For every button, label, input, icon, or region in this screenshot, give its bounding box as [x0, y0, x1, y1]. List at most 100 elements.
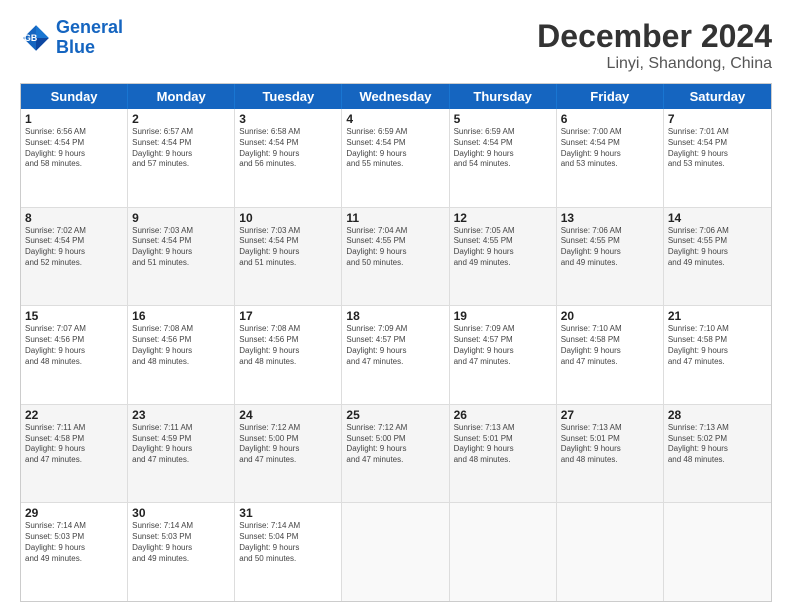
weekday-header-monday: Monday — [128, 84, 235, 109]
day-number: 9 — [132, 211, 230, 225]
day-number: 19 — [454, 309, 552, 323]
weekday-header-sunday: Sunday — [21, 84, 128, 109]
day-info: Sunrise: 7:10 AM Sunset: 4:58 PM Dayligh… — [561, 324, 659, 367]
calendar-row-4: 22Sunrise: 7:11 AM Sunset: 4:58 PM Dayli… — [21, 404, 771, 503]
calendar-cell-11: 11Sunrise: 7:04 AM Sunset: 4:55 PM Dayli… — [342, 208, 449, 306]
logo-text: General Blue — [56, 18, 123, 58]
main-title: December 2024 — [537, 18, 772, 55]
calendar-cell-23: 23Sunrise: 7:11 AM Sunset: 4:59 PM Dayli… — [128, 405, 235, 503]
day-number: 15 — [25, 309, 123, 323]
logo-icon: GB — [20, 22, 52, 54]
day-info: Sunrise: 6:59 AM Sunset: 4:54 PM Dayligh… — [346, 127, 444, 170]
day-number: 5 — [454, 112, 552, 126]
day-info: Sunrise: 7:03 AM Sunset: 4:54 PM Dayligh… — [239, 226, 337, 269]
day-info: Sunrise: 7:12 AM Sunset: 5:00 PM Dayligh… — [239, 423, 337, 466]
day-info: Sunrise: 7:13 AM Sunset: 5:02 PM Dayligh… — [668, 423, 767, 466]
calendar-cell-20: 20Sunrise: 7:10 AM Sunset: 4:58 PM Dayli… — [557, 306, 664, 404]
calendar-cell-27: 27Sunrise: 7:13 AM Sunset: 5:01 PM Dayli… — [557, 405, 664, 503]
day-info: Sunrise: 7:08 AM Sunset: 4:56 PM Dayligh… — [132, 324, 230, 367]
header: GB General Blue December 2024 Linyi, Sha… — [20, 18, 772, 73]
weekday-header-thursday: Thursday — [450, 84, 557, 109]
calendar-cell-19: 19Sunrise: 7:09 AM Sunset: 4:57 PM Dayli… — [450, 306, 557, 404]
calendar-cell-5: 5Sunrise: 6:59 AM Sunset: 4:54 PM Daylig… — [450, 109, 557, 207]
calendar-cell-10: 10Sunrise: 7:03 AM Sunset: 4:54 PM Dayli… — [235, 208, 342, 306]
calendar-cell-29: 29Sunrise: 7:14 AM Sunset: 5:03 PM Dayli… — [21, 503, 128, 601]
calendar-cell-empty-6 — [664, 503, 771, 601]
calendar-cell-empty-4 — [450, 503, 557, 601]
calendar-row-5: 29Sunrise: 7:14 AM Sunset: 5:03 PM Dayli… — [21, 502, 771, 601]
day-info: Sunrise: 7:06 AM Sunset: 4:55 PM Dayligh… — [561, 226, 659, 269]
day-info: Sunrise: 7:01 AM Sunset: 4:54 PM Dayligh… — [668, 127, 767, 170]
logo-blue-text: Blue — [56, 38, 123, 58]
day-info: Sunrise: 7:03 AM Sunset: 4:54 PM Dayligh… — [132, 226, 230, 269]
calendar-cell-6: 6Sunrise: 7:00 AM Sunset: 4:54 PM Daylig… — [557, 109, 664, 207]
day-info: Sunrise: 7:14 AM Sunset: 5:03 PM Dayligh… — [25, 521, 123, 564]
day-number: 16 — [132, 309, 230, 323]
weekday-header-friday: Friday — [557, 84, 664, 109]
day-info: Sunrise: 7:13 AM Sunset: 5:01 PM Dayligh… — [454, 423, 552, 466]
day-number: 24 — [239, 408, 337, 422]
day-info: Sunrise: 7:11 AM Sunset: 4:59 PM Dayligh… — [132, 423, 230, 466]
day-number: 18 — [346, 309, 444, 323]
weekday-header-saturday: Saturday — [664, 84, 771, 109]
day-info: Sunrise: 7:11 AM Sunset: 4:58 PM Dayligh… — [25, 423, 123, 466]
calendar-body: 1Sunrise: 6:56 AM Sunset: 4:54 PM Daylig… — [21, 109, 771, 601]
calendar-cell-9: 9Sunrise: 7:03 AM Sunset: 4:54 PM Daylig… — [128, 208, 235, 306]
calendar-cell-16: 16Sunrise: 7:08 AM Sunset: 4:56 PM Dayli… — [128, 306, 235, 404]
day-info: Sunrise: 7:12 AM Sunset: 5:00 PM Dayligh… — [346, 423, 444, 466]
day-number: 28 — [668, 408, 767, 422]
day-number: 27 — [561, 408, 659, 422]
calendar-cell-13: 13Sunrise: 7:06 AM Sunset: 4:55 PM Dayli… — [557, 208, 664, 306]
day-number: 4 — [346, 112, 444, 126]
day-info: Sunrise: 7:13 AM Sunset: 5:01 PM Dayligh… — [561, 423, 659, 466]
day-info: Sunrise: 7:04 AM Sunset: 4:55 PM Dayligh… — [346, 226, 444, 269]
calendar-cell-17: 17Sunrise: 7:08 AM Sunset: 4:56 PM Dayli… — [235, 306, 342, 404]
calendar-cell-empty-5 — [557, 503, 664, 601]
calendar-cell-31: 31Sunrise: 7:14 AM Sunset: 5:04 PM Dayli… — [235, 503, 342, 601]
calendar-cell-21: 21Sunrise: 7:10 AM Sunset: 4:58 PM Dayli… — [664, 306, 771, 404]
day-number: 13 — [561, 211, 659, 225]
day-number: 23 — [132, 408, 230, 422]
calendar-cell-12: 12Sunrise: 7:05 AM Sunset: 4:55 PM Dayli… — [450, 208, 557, 306]
day-number: 26 — [454, 408, 552, 422]
day-info: Sunrise: 7:14 AM Sunset: 5:04 PM Dayligh… — [239, 521, 337, 564]
day-info: Sunrise: 6:59 AM Sunset: 4:54 PM Dayligh… — [454, 127, 552, 170]
svg-text:GB: GB — [24, 33, 37, 43]
calendar-cell-empty-3 — [342, 503, 449, 601]
logo: GB General Blue — [20, 18, 123, 58]
page: GB General Blue December 2024 Linyi, Sha… — [0, 0, 792, 612]
calendar-cell-24: 24Sunrise: 7:12 AM Sunset: 5:00 PM Dayli… — [235, 405, 342, 503]
calendar-cell-8: 8Sunrise: 7:02 AM Sunset: 4:54 PM Daylig… — [21, 208, 128, 306]
day-number: 10 — [239, 211, 337, 225]
calendar-cell-26: 26Sunrise: 7:13 AM Sunset: 5:01 PM Dayli… — [450, 405, 557, 503]
calendar-cell-7: 7Sunrise: 7:01 AM Sunset: 4:54 PM Daylig… — [664, 109, 771, 207]
day-number: 22 — [25, 408, 123, 422]
calendar-row-3: 15Sunrise: 7:07 AM Sunset: 4:56 PM Dayli… — [21, 305, 771, 404]
calendar-cell-18: 18Sunrise: 7:09 AM Sunset: 4:57 PM Dayli… — [342, 306, 449, 404]
day-info: Sunrise: 7:10 AM Sunset: 4:58 PM Dayligh… — [668, 324, 767, 367]
calendar: SundayMondayTuesdayWednesdayThursdayFrid… — [20, 83, 772, 602]
day-info: Sunrise: 7:09 AM Sunset: 4:57 PM Dayligh… — [346, 324, 444, 367]
day-info: Sunrise: 7:14 AM Sunset: 5:03 PM Dayligh… — [132, 521, 230, 564]
day-number: 12 — [454, 211, 552, 225]
logo-general-text: General — [56, 17, 123, 37]
day-number: 3 — [239, 112, 337, 126]
calendar-cell-1: 1Sunrise: 6:56 AM Sunset: 4:54 PM Daylig… — [21, 109, 128, 207]
day-number: 29 — [25, 506, 123, 520]
calendar-header: SundayMondayTuesdayWednesdayThursdayFrid… — [21, 84, 771, 109]
day-number: 14 — [668, 211, 767, 225]
day-info: Sunrise: 7:05 AM Sunset: 4:55 PM Dayligh… — [454, 226, 552, 269]
calendar-cell-4: 4Sunrise: 6:59 AM Sunset: 4:54 PM Daylig… — [342, 109, 449, 207]
day-number: 7 — [668, 112, 767, 126]
calendar-cell-25: 25Sunrise: 7:12 AM Sunset: 5:00 PM Dayli… — [342, 405, 449, 503]
day-number: 1 — [25, 112, 123, 126]
title-block: December 2024 Linyi, Shandong, China — [537, 18, 772, 73]
day-info: Sunrise: 7:09 AM Sunset: 4:57 PM Dayligh… — [454, 324, 552, 367]
day-number: 21 — [668, 309, 767, 323]
day-number: 8 — [25, 211, 123, 225]
day-number: 31 — [239, 506, 337, 520]
day-info: Sunrise: 7:02 AM Sunset: 4:54 PM Dayligh… — [25, 226, 123, 269]
calendar-cell-30: 30Sunrise: 7:14 AM Sunset: 5:03 PM Dayli… — [128, 503, 235, 601]
day-info: Sunrise: 6:58 AM Sunset: 4:54 PM Dayligh… — [239, 127, 337, 170]
subtitle: Linyi, Shandong, China — [537, 55, 772, 73]
